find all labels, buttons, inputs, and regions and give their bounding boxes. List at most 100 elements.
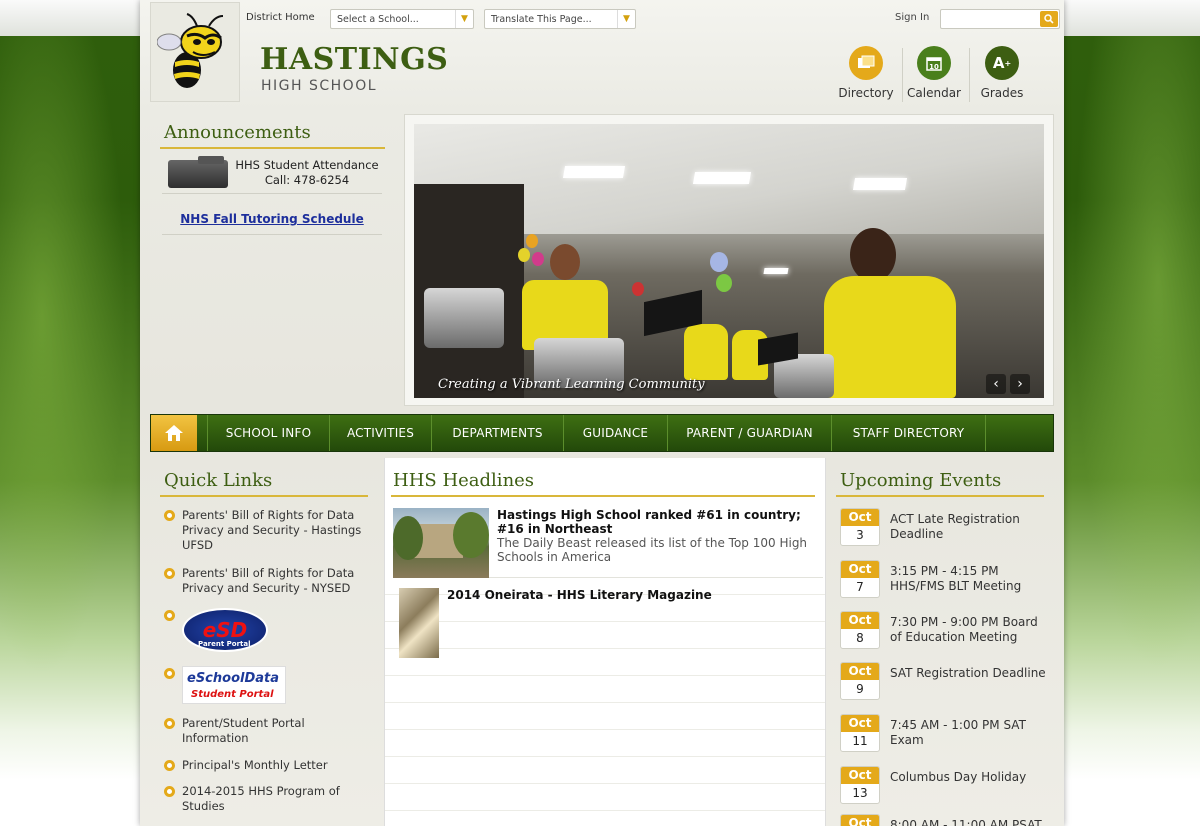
chevron-down-icon: ▼ [617, 10, 635, 28]
translate-select-value: Translate This Page... [491, 14, 592, 25]
esd-parent-portal-link[interactable]: eSD Parent Portal [162, 608, 362, 656]
nav-school-info[interactable]: SCHOOL INFO [207, 415, 329, 451]
student-figure [684, 324, 728, 380]
headlines-divider [391, 495, 815, 497]
attendance-line1: HHS Student Attendance [235, 158, 379, 172]
headline-title[interactable]: Hastings High School ranked #61 in count… [497, 508, 809, 536]
school-name[interactable]: HASTINGS [260, 42, 448, 77]
quick-link-item[interactable]: Principal's Monthly Letter [162, 758, 362, 773]
page-container: District Home Select a School... ▼ Trans… [140, 0, 1064, 826]
event-item[interactable]: Oct 3 ACT Late Registration Deadline [840, 508, 1050, 554]
quick-links-title: Quick Links [164, 470, 273, 491]
event-month: Oct [841, 561, 879, 578]
eschooldata-logo-text: eSchoolData [187, 671, 280, 686]
balloon [532, 252, 544, 266]
slide-prev-button[interactable]: ‹ [986, 374, 1006, 394]
event-date-badge: Oct 8 [840, 611, 880, 649]
calendar-label: Calendar [907, 86, 961, 100]
event-date-badge: Oct 13 [840, 766, 880, 804]
chevron-left-icon: ‹ [993, 376, 999, 392]
headline-thumbnail[interactable] [393, 508, 489, 578]
bullet-icon [164, 786, 175, 797]
tree-shape [393, 516, 423, 560]
nav-parent-guardian[interactable]: PARENT / GUARDIAN [667, 415, 831, 451]
eschooldata-logo: eSchoolData Student Portal [182, 666, 286, 704]
event-date-badge: Oct 9 [840, 662, 880, 700]
steel-drum [424, 288, 504, 348]
event-month: Oct [841, 815, 879, 826]
nav-spacer [985, 415, 1053, 451]
nav-guidance[interactable]: GUIDANCE [563, 415, 667, 451]
headline-item[interactable]: Hastings High School ranked #61 in count… [393, 508, 823, 578]
search-input[interactable] [940, 9, 1060, 29]
chevron-right-icon: › [1017, 376, 1023, 392]
school-select[interactable]: Select a School... ▼ [330, 9, 474, 29]
attendance-text: HHS Student Attendance Call: 478-6254 [234, 158, 380, 188]
calendar-link[interactable]: 10 Calendar [902, 46, 966, 100]
background-swirl-right [1060, 36, 1200, 736]
ceiling-light [763, 268, 789, 274]
events-title: Upcoming Events [840, 470, 1002, 491]
balloon [632, 282, 644, 296]
slide-image[interactable]: Creating a Vibrant Learning Community ‹ … [414, 124, 1044, 398]
grades-icon: A + [985, 46, 1019, 80]
event-title[interactable]: 3:15 PM - 4:15 PM HHS/FMS BLT Meeting [890, 564, 1050, 594]
event-title[interactable]: ACT Late Registration Deadline [890, 512, 1050, 542]
esd-logo-subtext: Parent Portal [198, 640, 251, 648]
quick-link-item[interactable]: Parents' Bill of Rights for Data Privacy… [162, 566, 362, 596]
search-button[interactable] [1040, 11, 1058, 27]
event-day: 8 [856, 631, 864, 645]
event-item[interactable]: Oct 8 7:30 PM - 9:00 PM Board of Educati… [840, 611, 1050, 657]
bullet-icon [164, 668, 175, 679]
event-item[interactable]: Oct 9 SAT Registration Deadline [840, 662, 1050, 708]
grades-link[interactable]: A + Grades [970, 46, 1034, 100]
event-title[interactable]: Columbus Day Holiday [890, 770, 1050, 785]
event-title[interactable]: 8:00 AM - 11:00 AM PSAT [890, 818, 1050, 826]
event-item[interactable]: Oct 11 7:45 AM - 1:00 PM SAT Exam [840, 714, 1050, 760]
event-title[interactable]: 7:30 PM - 9:00 PM Board of Education Mee… [890, 615, 1050, 645]
headlines-panel: HHS Headlines Hastings High School ranke… [384, 458, 826, 826]
nav-staff-directory[interactable]: STAFF DIRECTORY [831, 415, 985, 451]
utility-bar: District Home Select a School... ▼ Trans… [240, 8, 1064, 30]
event-day: 3 [856, 528, 864, 542]
quick-link-item[interactable]: Parent/Student Portal Information [162, 716, 362, 746]
quick-link-item[interactable]: 2014-2015 HHS Program of Studies [162, 784, 362, 814]
student-head [550, 244, 580, 280]
esd-logo-text: eSD [202, 617, 248, 642]
grades-label: Grades [980, 86, 1024, 100]
event-date-badge: Oct 7 [840, 560, 880, 598]
tree-shape [453, 512, 489, 558]
balloon [716, 274, 732, 292]
bullet-icon [164, 718, 175, 729]
sign-in-link[interactable]: Sign In [895, 12, 929, 23]
event-item[interactable]: Oct 13 Columbus Day Holiday [840, 766, 1050, 812]
slide-next-button[interactable]: › [1010, 374, 1030, 394]
event-title[interactable]: 7:45 AM - 1:00 PM SAT Exam [890, 718, 1050, 748]
nhs-tutoring-link[interactable]: NHS Fall Tutoring Schedule [162, 212, 382, 226]
bullet-icon [164, 760, 175, 771]
bullet-icon [164, 510, 175, 521]
slide-caption: Creating a Vibrant Learning Community [438, 377, 705, 392]
quick-link-item[interactable]: Parents' Bill of Rights for Data Privacy… [162, 508, 362, 553]
headline-title[interactable]: 2014 Oneirata - HHS Literary Magazine [447, 588, 807, 602]
headline-item[interactable]: 2014 Oneirata - HHS Literary Magazine [393, 588, 823, 660]
event-day: 13 [852, 786, 868, 800]
bullet-icon [164, 568, 175, 579]
school-subtitle: HIGH SCHOOL [261, 78, 378, 94]
school-logo[interactable] [150, 2, 240, 102]
directory-icon [849, 46, 883, 80]
eschooldata-student-portal-link[interactable]: eSchoolData Student Portal [162, 666, 362, 706]
event-day: 11 [852, 734, 868, 748]
event-item[interactable]: Oct 7 3:15 PM - 4:15 PM HHS/FMS BLT Meet… [840, 560, 1050, 606]
attendance-announcement[interactable]: HHS Student Attendance Call: 478-6254 [162, 154, 382, 194]
directory-link[interactable]: Directory [834, 46, 898, 100]
translate-select[interactable]: Translate This Page... ▼ [484, 9, 636, 29]
district-home-link[interactable]: District Home [246, 12, 315, 23]
event-title[interactable]: SAT Registration Deadline [890, 666, 1050, 681]
event-item[interactable]: Oct 8:00 AM - 11:00 AM PSAT [840, 814, 1050, 826]
nav-home-button[interactable] [151, 415, 197, 451]
headline-thumbnail[interactable] [399, 588, 439, 658]
quick-link-label: Principal's Monthly Letter [182, 758, 328, 772]
nav-departments[interactable]: DEPARTMENTS [431, 415, 563, 451]
nav-activities[interactable]: ACTIVITIES [329, 415, 431, 451]
